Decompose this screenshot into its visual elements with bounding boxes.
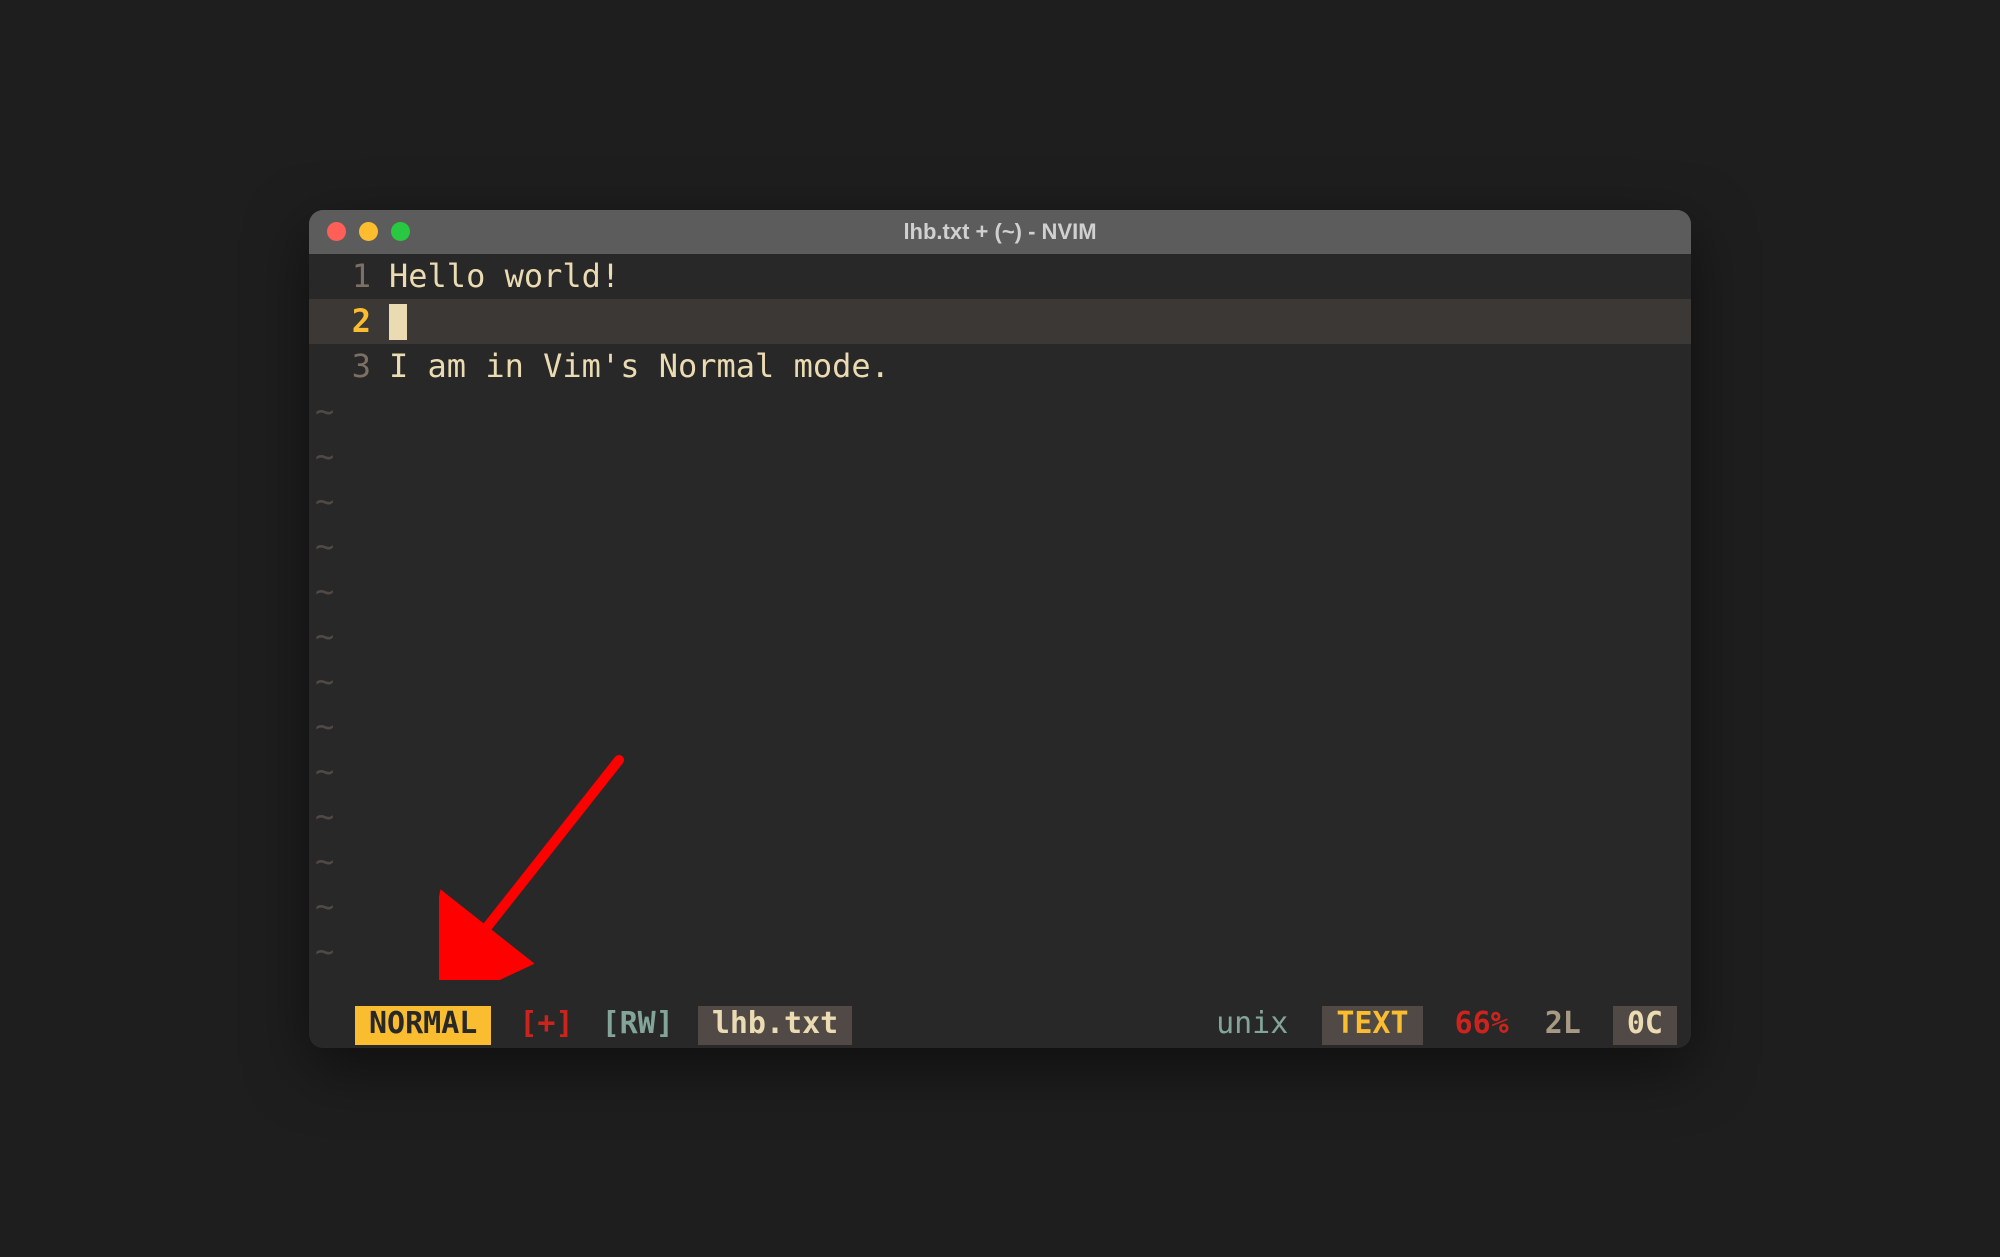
empty-line-tilde: ~ [309,659,1691,704]
fileformat-indicator: unix [1202,1003,1302,1045]
editor-line[interactable]: 2 [309,299,1691,344]
empty-line-tilde: ~ [309,614,1691,659]
empty-line-tilde: ~ [309,434,1691,479]
terminal-window: lhb.txt + (~) - NVIM 1Hello world!23I am… [309,210,1691,1048]
empty-line-tilde: ~ [309,929,1691,974]
empty-line-tilde: ~ [309,569,1691,614]
line-content: Hello world! [389,254,620,299]
filename-indicator: lhb.txt [698,1003,852,1045]
readwrite-indicator: [RW] [588,1003,688,1045]
line-number: 2 [309,299,389,344]
percent-indicator: 66% [1441,1003,1523,1045]
line-number: 3 [309,344,389,389]
close-window-button[interactable] [327,222,346,241]
modified-indicator: [+] [505,1003,587,1045]
empty-line-tilde: ~ [309,884,1691,929]
line-content [389,299,407,344]
titlebar: lhb.txt + (~) - NVIM [309,210,1691,254]
traffic-lights [327,222,410,241]
editor-line[interactable]: 3I am in Vim's Normal mode. [309,344,1691,389]
window-title: lhb.txt + (~) - NVIM [309,219,1691,245]
editor-line[interactable]: 1Hello world! [309,254,1691,299]
cursor [389,304,407,340]
line-indicator: 2L [1531,1003,1595,1045]
minimize-window-button[interactable] [359,222,378,241]
empty-line-tilde: ~ [309,839,1691,884]
editor-area[interactable]: 1Hello world!23I am in Vim's Normal mode… [309,254,1691,1006]
empty-line-tilde: ~ [309,479,1691,524]
column-indicator: 0C [1613,1003,1677,1045]
empty-line-tilde: ~ [309,749,1691,794]
empty-line-tilde: ~ [309,794,1691,839]
maximize-window-button[interactable] [391,222,410,241]
line-number: 1 [309,254,389,299]
empty-line-tilde: ~ [309,389,1691,434]
empty-line-tilde: ~ [309,704,1691,749]
line-content: I am in Vim's Normal mode. [389,344,890,389]
status-line: NORMAL [+] [RW] lhb.txt unix TEXT 66% 2L… [309,1006,1691,1048]
empty-line-tilde: ~ [309,524,1691,569]
filetype-indicator: TEXT [1322,1003,1422,1045]
mode-indicator: NORMAL [355,1003,491,1045]
